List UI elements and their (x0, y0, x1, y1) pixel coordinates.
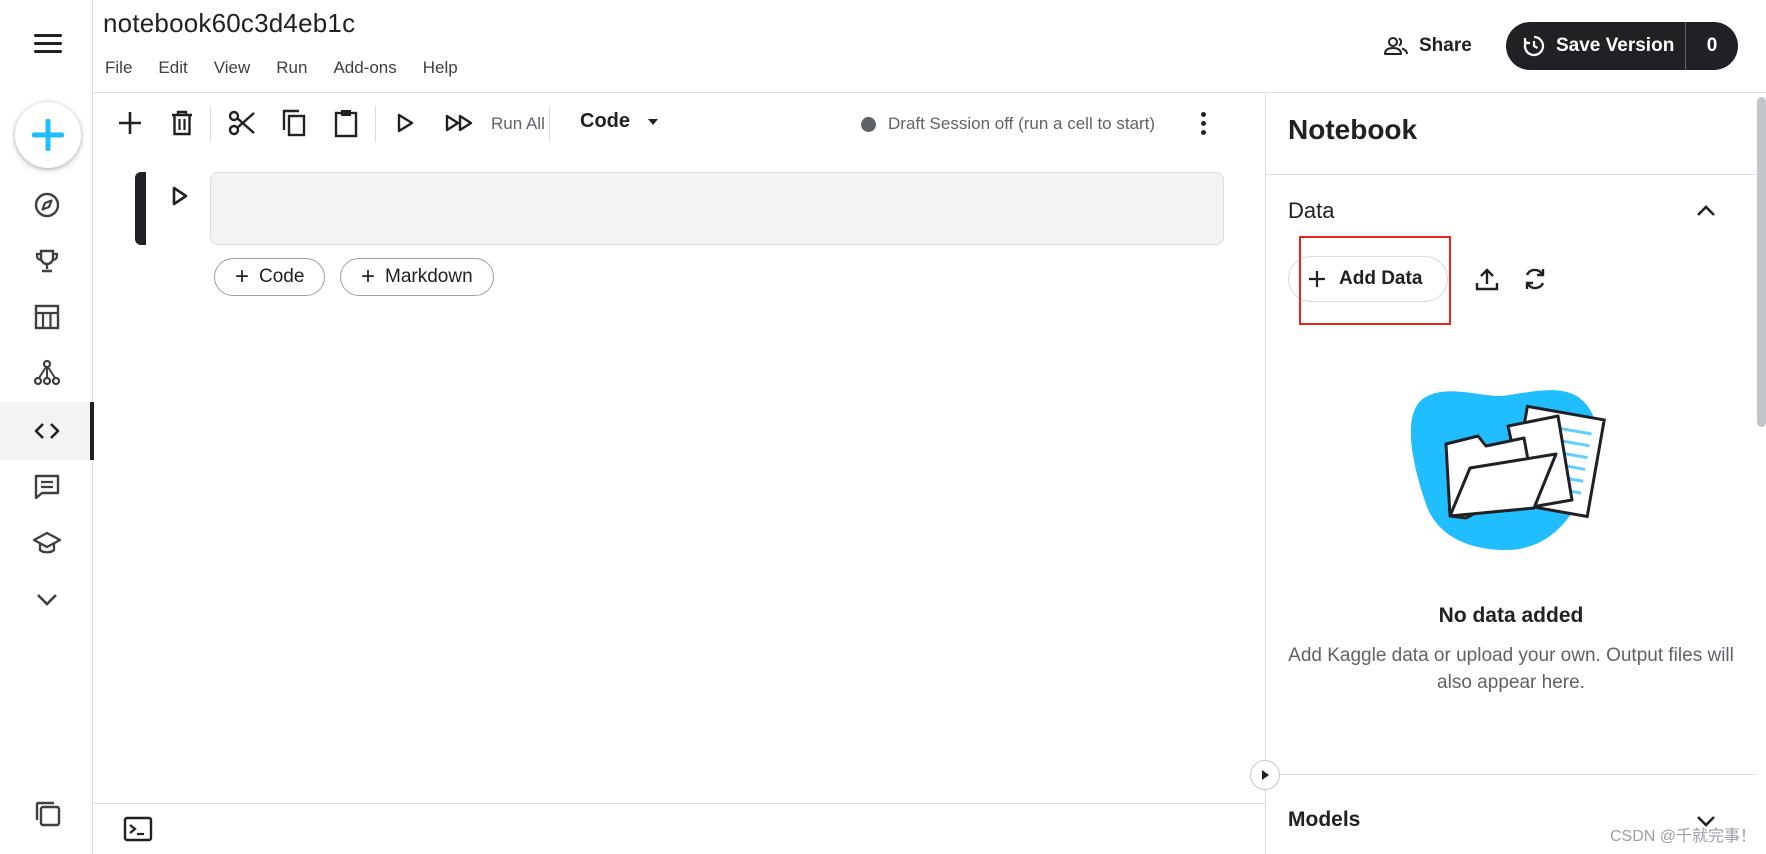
plus-icon: + (361, 263, 376, 290)
copy-icon (282, 109, 306, 137)
play-icon (397, 113, 414, 133)
plus-icon: + (235, 263, 250, 290)
notebook-title[interactable]: notebook60c3d4eb1c (103, 8, 355, 39)
add-data-label: Add Data (1339, 268, 1423, 289)
menu-run[interactable]: Run (276, 58, 307, 78)
cell-type-value: Code (580, 110, 630, 132)
trophy-icon (35, 249, 58, 273)
notebook-toolbar: Run All Code Draft Session off (run a ce… (93, 94, 1265, 150)
toolbar-divider (375, 106, 376, 142)
plus-icon (32, 119, 64, 151)
run-cell-button[interactable] (388, 106, 422, 140)
rail-item-datasets[interactable] (0, 288, 93, 346)
session-status-dot (861, 116, 876, 132)
notebook-header: notebook60c3d4eb1c File Edit View Run Ad… (93, 0, 1766, 93)
cut-cell-button[interactable] (225, 106, 259, 140)
version-history-icon (1523, 35, 1545, 57)
notebook-side-panel: Notebook Data Add Data No data added Add… (1265, 94, 1756, 854)
scissors-icon (228, 110, 255, 136)
bottom-status-bar (93, 803, 1265, 854)
add-markdown-cell-button[interactable]: + Markdown (340, 258, 494, 296)
insert-cell-button[interactable] (113, 106, 147, 140)
people-icon (1384, 37, 1408, 55)
empty-state-description: Add Kaggle data or upload your own. Outp… (1288, 645, 1734, 693)
copy-cell-button[interactable] (277, 106, 311, 140)
recently-viewed-icon[interactable] (30, 796, 66, 832)
panel-scrollbar[interactable] (1757, 97, 1766, 427)
add-code-cell-button[interactable]: + Code (214, 258, 326, 296)
empty-folder-illustration (1410, 390, 1606, 550)
add-code-label: Code (259, 266, 305, 287)
divider (1266, 174, 1756, 175)
share-button[interactable]: Share (1383, 30, 1472, 62)
add-markdown-label: Markdown (385, 266, 473, 287)
compass-icon (34, 192, 59, 218)
comments-icon (34, 474, 59, 500)
divider (1266, 774, 1756, 775)
add-data-button[interactable]: Add Data (1288, 256, 1448, 302)
caret-down-icon (648, 118, 658, 125)
version-count[interactable]: 0 (1686, 35, 1738, 57)
trash-icon (172, 110, 192, 136)
chevron-down-icon (36, 594, 57, 606)
run-all-button[interactable]: Run All (491, 114, 545, 134)
chevron-up-icon[interactable] (1691, 196, 1721, 226)
panel-title: Notebook (1288, 114, 1418, 145)
watermark-text: CSDN @千就完事！ (1609, 828, 1756, 845)
fast-forward-icon (445, 114, 473, 132)
save-version-label: Save Version (1556, 35, 1675, 56)
models-section-title[interactable]: Models (1288, 808, 1360, 832)
save-version-main[interactable]: Save Version (1506, 22, 1686, 70)
run-all-icon-button[interactable] (443, 106, 477, 140)
rail-item-models[interactable] (0, 344, 93, 402)
menu-bar: File Edit View Run Add-ons Help (105, 58, 484, 78)
caret-right-icon (1262, 770, 1269, 780)
rail-item-code[interactable] (0, 402, 94, 460)
empty-state-title: No data added (1438, 604, 1584, 627)
rail-item-discussions[interactable] (0, 458, 93, 516)
console-terminal-icon[interactable] (123, 816, 155, 844)
cell-run-button[interactable] (166, 182, 194, 210)
menu-edit[interactable]: Edit (158, 58, 187, 78)
code-cell-editor[interactable] (210, 172, 1224, 245)
menu-view[interactable]: View (214, 58, 251, 78)
panel-collapse-toggle[interactable] (1250, 760, 1280, 790)
models-icon (33, 359, 60, 386)
toolbar-divider (549, 106, 550, 142)
active-cell-indicator (135, 172, 146, 245)
save-version-button[interactable]: Save Version 0 (1506, 22, 1738, 70)
rail-item-more[interactable] (0, 570, 93, 628)
menu-file[interactable]: File (105, 58, 132, 78)
table-icon (34, 304, 59, 330)
hamburger-menu-icon[interactable] (32, 30, 64, 58)
session-status[interactable]: Draft Session off (run a cell to start) (861, 114, 1155, 134)
clipboard-icon (334, 110, 358, 138)
upload-icon[interactable] (1470, 262, 1504, 296)
plus-icon (1309, 271, 1325, 287)
rail-item-competitions[interactable] (0, 232, 93, 290)
paste-cell-button[interactable] (329, 106, 363, 140)
delete-cell-button[interactable] (165, 106, 199, 140)
play-icon (172, 186, 188, 206)
more-options-icon[interactable] (1191, 106, 1215, 140)
refresh-icon[interactable] (1518, 262, 1552, 296)
data-section-title[interactable]: Data (1288, 198, 1334, 224)
toolbar-divider (210, 106, 211, 142)
code-icon (34, 423, 59, 439)
learn-icon (32, 531, 61, 554)
plus-icon (119, 112, 141, 134)
rail-item-learn[interactable] (0, 514, 93, 572)
menu-add-ons[interactable]: Add-ons (333, 58, 396, 78)
session-status-text: Draft Session off (run a cell to start) (888, 114, 1156, 133)
share-label: Share (1419, 35, 1472, 56)
menu-help[interactable]: Help (423, 58, 458, 78)
create-button[interactable] (15, 102, 81, 168)
cell-type-dropdown[interactable]: Code (580, 110, 660, 133)
rail-item-datasets-explore[interactable] (0, 176, 93, 234)
left-navigation-rail (0, 0, 94, 854)
